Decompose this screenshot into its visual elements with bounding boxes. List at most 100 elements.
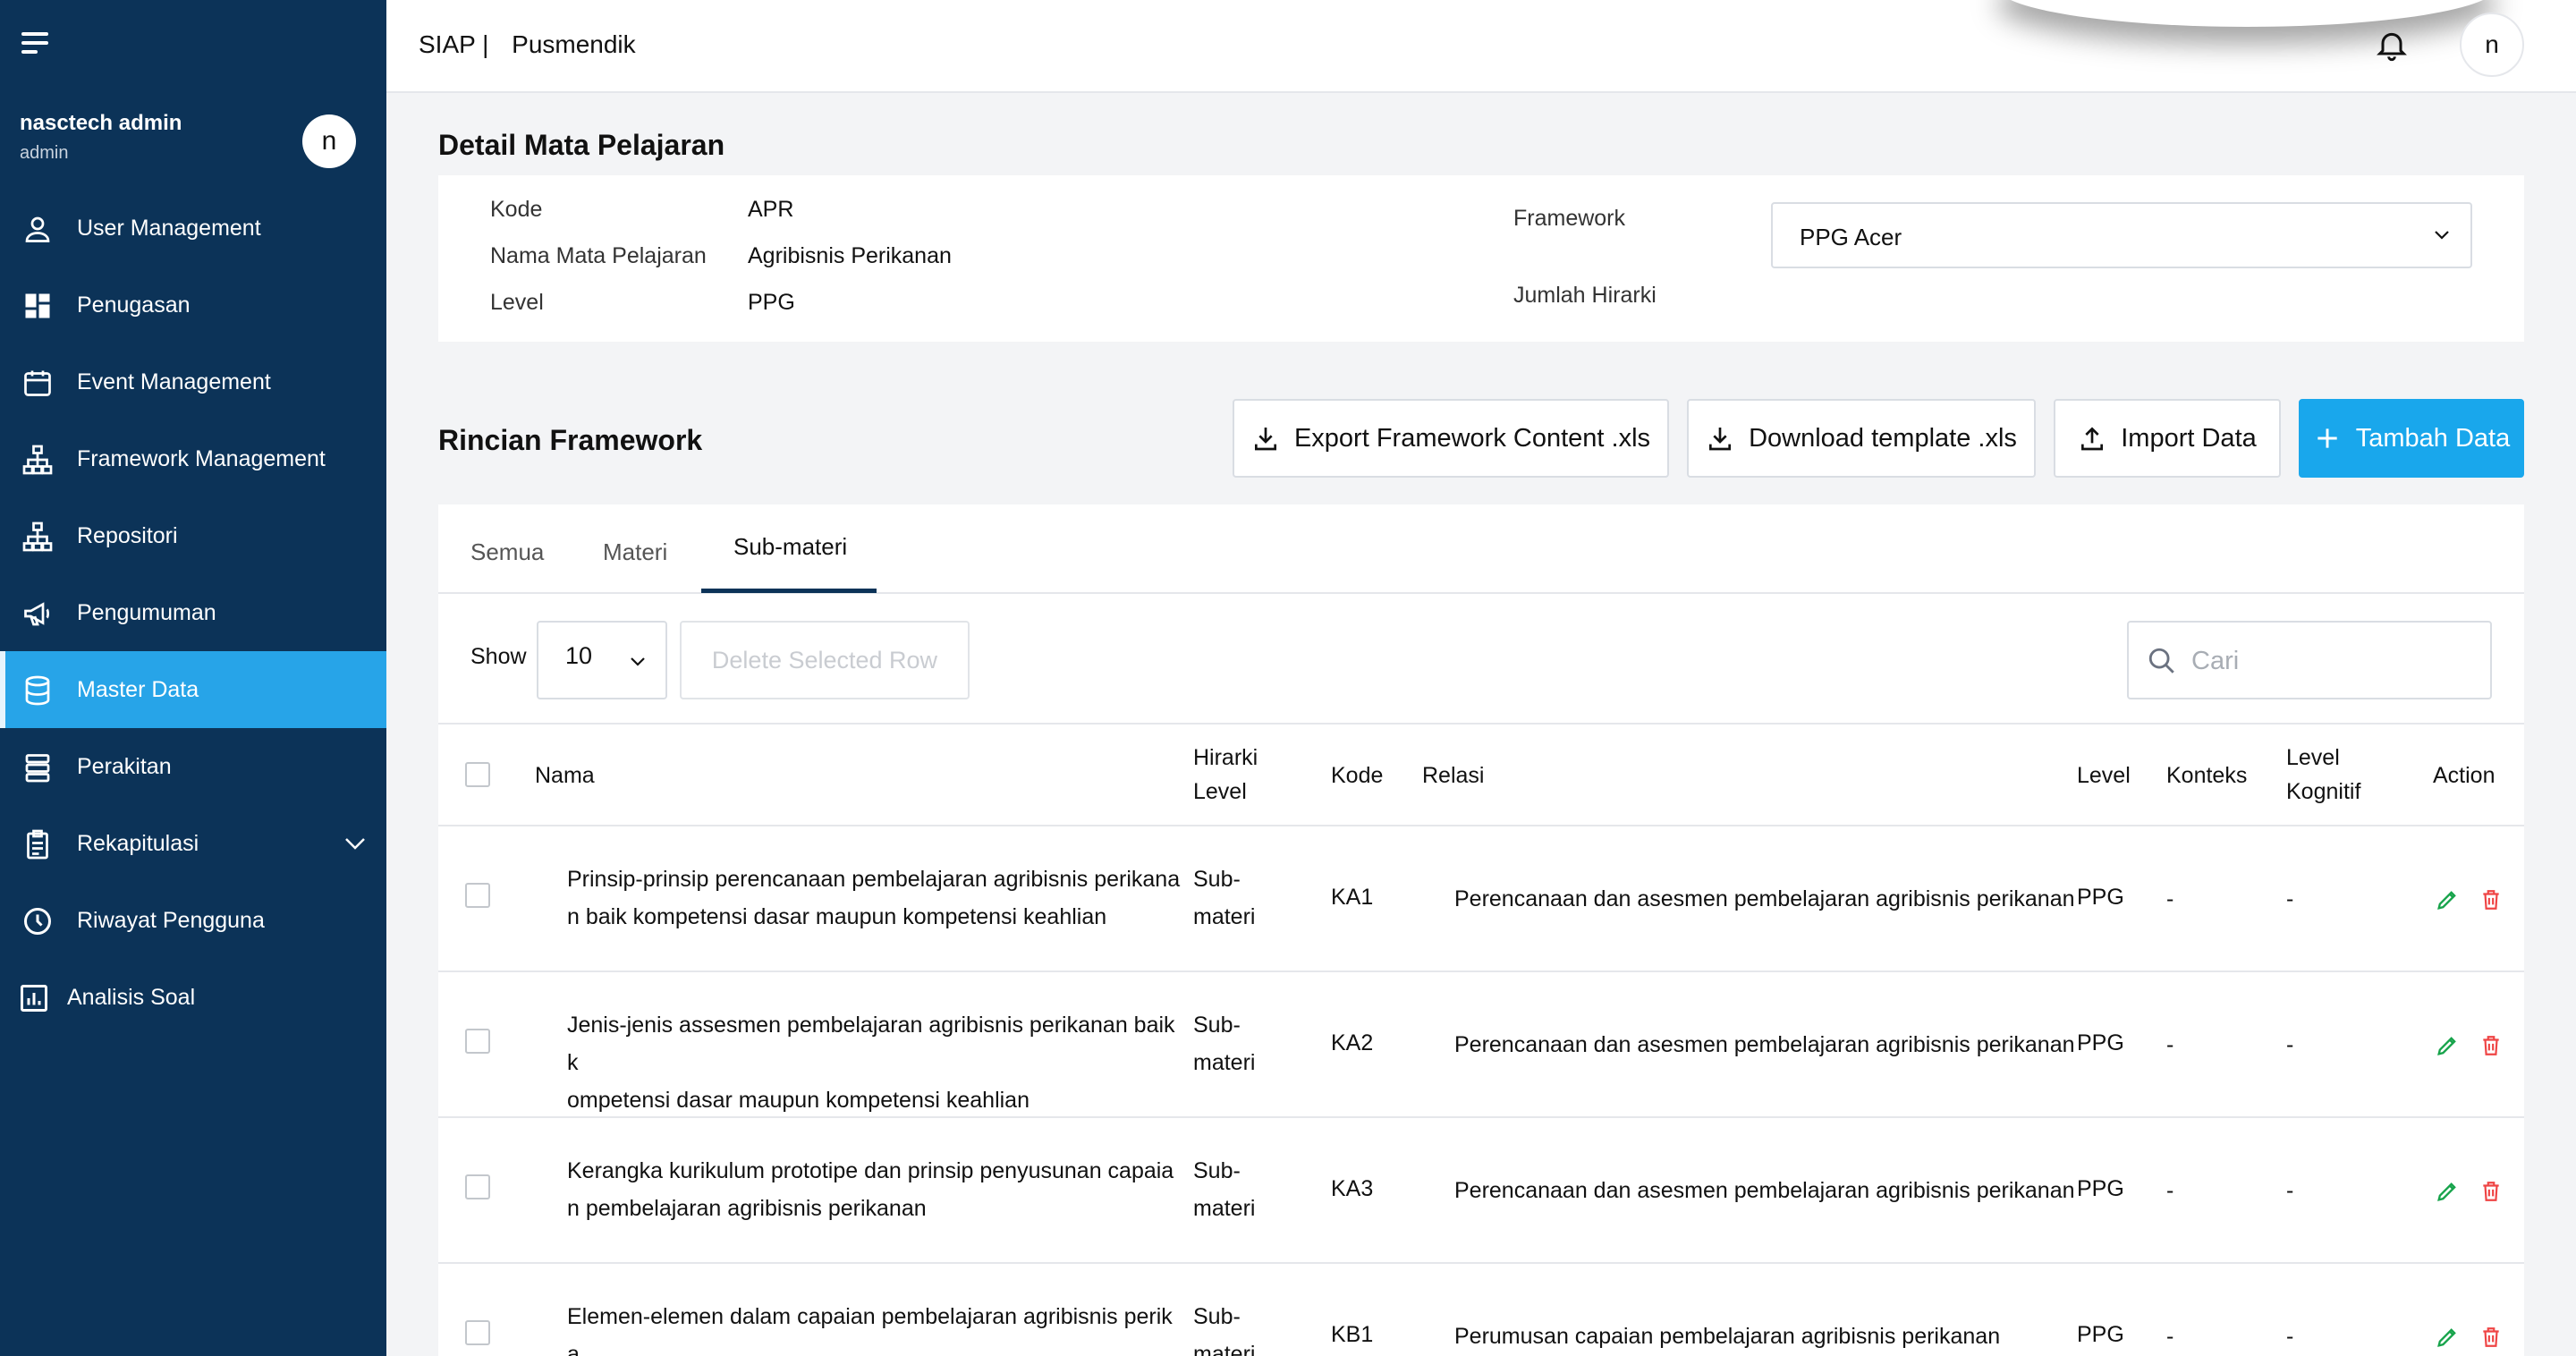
- trash-icon[interactable]: [2479, 1325, 2503, 1350]
- cell-kode: KB1: [1331, 1322, 1374, 1347]
- search-input[interactable]: [2191, 640, 2478, 682]
- table-card: Semua Materi Sub-materi Show 10 Delete S…: [438, 504, 2524, 1356]
- row-checkbox[interactable]: [465, 1320, 490, 1345]
- menu-icon[interactable]: [21, 32, 52, 55]
- header-level[interactable]: Level: [2077, 759, 2131, 792]
- bell-icon[interactable]: [2374, 27, 2410, 63]
- row-checkbox[interactable]: [465, 1174, 490, 1199]
- edit-icon[interactable]: [2435, 1033, 2460, 1058]
- sidebar-item-penugasan[interactable]: Penugasan: [0, 267, 386, 343]
- header-relasi[interactable]: Relasi: [1422, 759, 1484, 792]
- nama-value: Agribisnis Perikanan: [748, 243, 952, 268]
- sidebar-item-repositori[interactable]: Repositori: [0, 497, 386, 574]
- trash-icon[interactable]: [2479, 1179, 2503, 1204]
- export-button-label: Export Framework Content .xls: [1293, 423, 1651, 453]
- cell-hirarki-line: Sub-: [1193, 1304, 1241, 1329]
- header-kode[interactable]: Kode: [1331, 759, 1383, 792]
- cell-kode: KA2: [1331, 1030, 1374, 1055]
- cell-nama: Kerangka kurikulum prototipe dan prinsip…: [567, 1152, 1182, 1227]
- header-konteks[interactable]: Konteks: [2166, 759, 2247, 792]
- cell-nama-line: Jenis-jenis assesmen pembelajaran agribi…: [567, 1013, 1175, 1075]
- show-label: Show: [470, 644, 527, 669]
- chevron-down-icon: [631, 657, 645, 666]
- header-hirarki[interactable]: Hirarki: [1193, 741, 1258, 775]
- sidebar-item-pengumuman[interactable]: Pengumuman: [0, 574, 386, 651]
- export-button[interactable]: Export Framework Content .xls: [1233, 399, 1669, 478]
- upload-icon: [2081, 427, 2104, 451]
- framework-select[interactable]: PPG Acer: [1771, 202, 2472, 268]
- sidebar-item-label: Perakitan: [77, 753, 172, 779]
- select-all-checkbox[interactable]: [465, 762, 490, 787]
- tab-sub-materi[interactable]: Sub-materi: [733, 533, 847, 561]
- kode-value: APR: [748, 197, 794, 222]
- framework-select-value: PPG Acer: [1800, 224, 1902, 250]
- org-name: Pusmendik: [512, 30, 636, 58]
- tab-semua[interactable]: Semua: [470, 538, 544, 566]
- cell-hirarki-line: Sub-: [1193, 1013, 1241, 1038]
- sidebar-item-perakitan[interactable]: Perakitan: [0, 728, 386, 805]
- page-size-select[interactable]: 10: [537, 621, 667, 699]
- table-row: Elemen-elemen dalam capaian pembelajaran…: [438, 1264, 2524, 1356]
- cell-konteks: -: [2166, 1032, 2174, 1057]
- table-row: Kerangka kurikulum prototipe dan prinsip…: [438, 1118, 2524, 1264]
- search-icon: [2148, 648, 2174, 674]
- trash-icon[interactable]: [2479, 887, 2503, 912]
- clipboard-icon: [27, 829, 48, 860]
- sidebar-item-label: Master Data: [77, 676, 199, 702]
- import-button-label: Import Data: [2121, 423, 2257, 453]
- page-size-value: 10: [565, 642, 593, 669]
- avatar[interactable]: n: [302, 114, 356, 168]
- header-level-kognitif[interactable]: Level: [2286, 741, 2340, 775]
- hierarchy-icon: [22, 445, 53, 475]
- cell-hirarki: Sub- materi: [1193, 1152, 1265, 1227]
- header-action: Action: [2433, 763, 2496, 788]
- cell-kode: KA1: [1331, 885, 1374, 910]
- tab-active-indicator: [701, 589, 877, 593]
- import-button[interactable]: Import Data: [2054, 399, 2281, 478]
- kode-label: Kode: [490, 197, 543, 222]
- page-title: Detail Mata Pelajaran: [438, 129, 725, 161]
- cell-nama-line: Kerangka kurikulum prototipe dan prinsip…: [567, 1158, 1174, 1183]
- chevron-down-icon[interactable]: [343, 835, 367, 852]
- delete-selected-button[interactable]: Delete Selected Row: [680, 621, 970, 699]
- cell-nama: Jenis-jenis assesmen pembelajaran agribi…: [567, 1006, 1182, 1119]
- user-icon: [25, 216, 50, 242]
- cell-hirarki-line: materi: [1193, 1196, 1256, 1221]
- cell-level: PPG: [2077, 1030, 2124, 1055]
- sidebar-item-analisis-soal[interactable]: Analisis Soal: [0, 959, 386, 1036]
- table-row: Jenis-jenis assesmen pembelajaran agribi…: [438, 972, 2524, 1118]
- cell-nama-line: Prinsip-prinsip perencanaan pembelajaran…: [567, 867, 1181, 892]
- download-template-button[interactable]: Download template .xls: [1687, 399, 2036, 478]
- sidebar-item-framework-management[interactable]: Framework Management: [0, 420, 386, 497]
- sidebar-item-user-management[interactable]: User Management: [0, 190, 386, 267]
- trash-icon[interactable]: [2479, 1033, 2503, 1058]
- edit-icon[interactable]: [2435, 887, 2460, 912]
- sidebar-item-riwayat-pengguna[interactable]: Riwayat Pengguna: [0, 882, 386, 959]
- row-checkbox[interactable]: [465, 1029, 490, 1054]
- cell-nama-line: ompetensi dasar maupun kompetensi keahli…: [567, 1088, 1030, 1113]
- add-data-label: Tambah Data: [2355, 423, 2511, 453]
- sidebar-nav: User Management Penugasan Event Manageme…: [0, 190, 386, 1036]
- database-icon: [25, 675, 50, 706]
- sidebar-item-event-management[interactable]: Event Management: [0, 343, 386, 420]
- cell-hirarki-line: materi: [1193, 1342, 1256, 1356]
- edit-icon[interactable]: [2435, 1325, 2460, 1350]
- cell-kode: KA3: [1331, 1176, 1374, 1201]
- decorative-shadow: [1996, 0, 2497, 27]
- cell-hirarki: Sub- materi: [1193, 1006, 1265, 1081]
- sidebar-item-rekapitulasi[interactable]: Rekapitulasi: [0, 805, 386, 882]
- row-checkbox[interactable]: [465, 883, 490, 908]
- cell-kognitif: -: [2286, 886, 2294, 911]
- cell-kognitif: -: [2286, 1032, 2294, 1057]
- edit-icon[interactable]: [2435, 1179, 2460, 1204]
- header-nama[interactable]: Nama: [535, 759, 595, 792]
- search-box[interactable]: [2127, 621, 2492, 699]
- tab-materi[interactable]: Materi: [603, 538, 667, 566]
- sidebar-item-master-data[interactable]: Master Data: [0, 651, 386, 728]
- add-data-button[interactable]: Tambah Data: [2299, 399, 2524, 478]
- tabs: Semua Materi Sub-materi: [438, 504, 2524, 594]
- avatar[interactable]: n: [2460, 13, 2524, 77]
- sidebar-item-label: User Management: [77, 215, 261, 241]
- header-kognitif: Kognitif: [2286, 779, 2361, 804]
- cell-level: PPG: [2077, 885, 2124, 910]
